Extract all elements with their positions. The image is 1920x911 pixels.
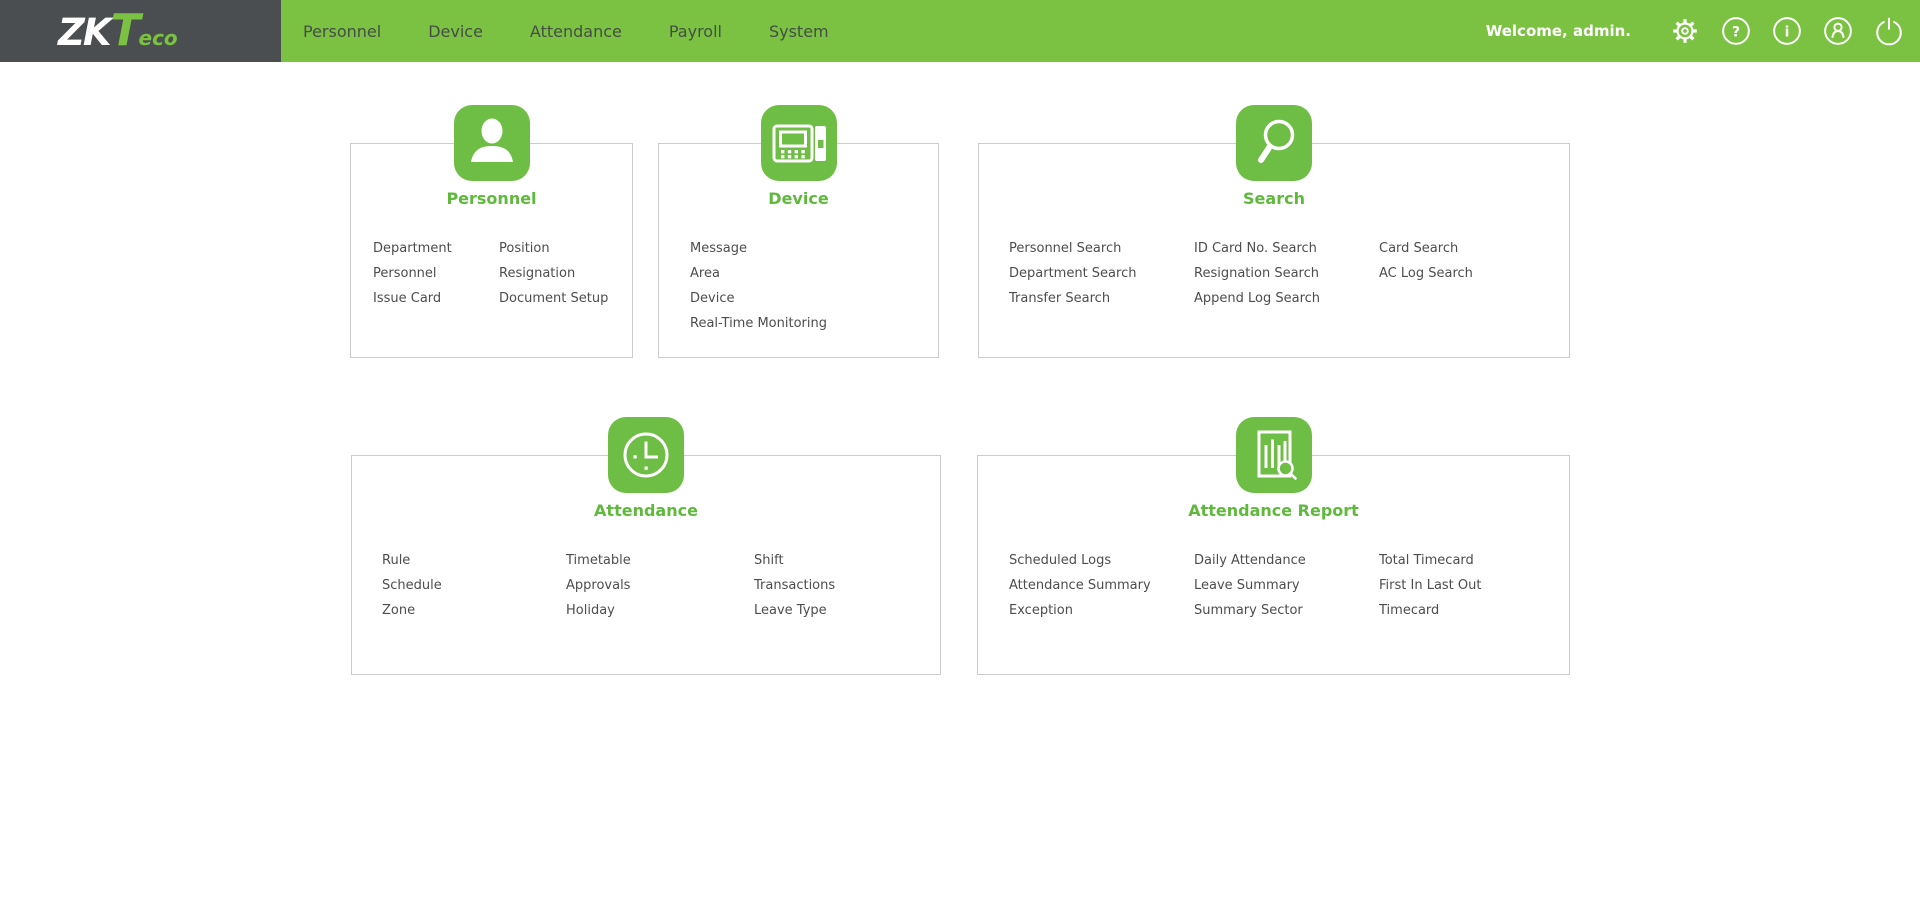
link-department-search[interactable]: Department Search bbox=[1009, 261, 1136, 286]
link-total-timecard[interactable]: Total Timecard bbox=[1379, 548, 1481, 573]
link-timetable[interactable]: Timetable bbox=[566, 548, 631, 573]
card-title-attendance-report: Attendance Report bbox=[978, 501, 1569, 520]
link-first-in-last-out[interactable]: First In Last Out bbox=[1379, 573, 1481, 598]
nav-item-attendance[interactable]: Attendance bbox=[530, 22, 622, 41]
report-links-col1: Scheduled Logs Attendance Summary Except… bbox=[1009, 548, 1151, 623]
link-scheduled-logs[interactable]: Scheduled Logs bbox=[1009, 548, 1151, 573]
card-title-search: Search bbox=[979, 189, 1569, 208]
card-title-device: Device bbox=[659, 189, 938, 208]
link-schedule[interactable]: Schedule bbox=[382, 573, 442, 598]
logo-text-t: T bbox=[111, 9, 141, 53]
zkteco-logo: ZKTeco bbox=[58, 9, 178, 53]
link-id-card-no-search[interactable]: ID Card No. Search bbox=[1194, 236, 1320, 261]
device-module-card: Device Message Area Device Real-Time Mon… bbox=[658, 143, 939, 358]
logo-text-zk: ZK bbox=[58, 14, 110, 51]
clock-icon bbox=[608, 417, 684, 493]
link-holiday[interactable]: Holiday bbox=[566, 598, 631, 623]
card-title-personnel: Personnel bbox=[351, 189, 632, 208]
link-card-search[interactable]: Card Search bbox=[1379, 236, 1473, 261]
header-right-area: Welcome, admin. bbox=[1486, 0, 1904, 62]
link-leave-summary[interactable]: Leave Summary bbox=[1194, 573, 1306, 598]
attendance-links-col2: Timetable Approvals Holiday bbox=[566, 548, 631, 623]
terminal-device-icon bbox=[761, 105, 837, 181]
attendance-links-col1: Rule Schedule Zone bbox=[382, 548, 442, 623]
nav-item-payroll[interactable]: Payroll bbox=[669, 22, 722, 41]
link-transactions[interactable]: Transactions bbox=[754, 573, 835, 598]
main-nav: Personnel Device Attendance Payroll Syst… bbox=[303, 0, 829, 62]
info-icon-glyph: i bbox=[1785, 24, 1790, 40]
report-links-col3: Total Timecard First In Last Out Timecar… bbox=[1379, 548, 1481, 623]
search-links-col2: ID Card No. Search Resignation Search Ap… bbox=[1194, 236, 1320, 311]
attendance-links-col3: Shift Transactions Leave Type bbox=[754, 548, 835, 623]
link-personnel[interactable]: Personnel bbox=[373, 261, 452, 286]
nav-item-personnel[interactable]: Personnel bbox=[303, 22, 381, 41]
zkteco-home-page: ZKTeco Personnel Device Attendance Payro… bbox=[0, 0, 1920, 911]
personnel-links-col1: Department Personnel Issue Card bbox=[373, 236, 452, 311]
link-issue-card[interactable]: Issue Card bbox=[373, 286, 452, 311]
link-position[interactable]: Position bbox=[499, 236, 608, 261]
report-links-col2: Daily Attendance Leave Summary Summary S… bbox=[1194, 548, 1306, 623]
link-shift[interactable]: Shift bbox=[754, 548, 835, 573]
search-links-col1: Personnel Search Department Search Trans… bbox=[1009, 236, 1136, 311]
link-rule[interactable]: Rule bbox=[382, 548, 442, 573]
link-transfer-search[interactable]: Transfer Search bbox=[1009, 286, 1136, 311]
link-zone[interactable]: Zone bbox=[382, 598, 442, 623]
user-icon[interactable] bbox=[1823, 16, 1853, 46]
link-exception[interactable]: Exception bbox=[1009, 598, 1151, 623]
search-links-col3: Card Search AC Log Search bbox=[1379, 236, 1473, 286]
link-timecard[interactable]: Timecard bbox=[1379, 598, 1481, 623]
power-icon[interactable] bbox=[1874, 16, 1904, 46]
link-attendance-summary[interactable]: Attendance Summary bbox=[1009, 573, 1151, 598]
help-icon[interactable]: ? bbox=[1721, 16, 1751, 46]
magnifier-icon bbox=[1236, 105, 1312, 181]
link-approvals[interactable]: Approvals bbox=[566, 573, 631, 598]
card-title-attendance: Attendance bbox=[352, 501, 940, 520]
search-module-card: Search Personnel Search Department Searc… bbox=[978, 143, 1570, 358]
attendance-module-card: Attendance Rule Schedule Zone Timetable … bbox=[351, 455, 941, 675]
link-leave-type[interactable]: Leave Type bbox=[754, 598, 835, 623]
link-document-setup[interactable]: Document Setup bbox=[499, 286, 608, 311]
nav-item-device[interactable]: Device bbox=[428, 22, 483, 41]
link-resignation[interactable]: Resignation bbox=[499, 261, 608, 286]
link-area[interactable]: Area bbox=[690, 261, 827, 286]
link-summary-sector[interactable]: Summary Sector bbox=[1194, 598, 1306, 623]
nav-item-system[interactable]: System bbox=[769, 22, 829, 41]
personnel-module-card: Personnel Department Personnel Issue Car… bbox=[350, 143, 633, 358]
person-icon bbox=[454, 105, 530, 181]
help-icon-glyph: ? bbox=[1732, 24, 1740, 40]
settings-gear-icon[interactable] bbox=[1670, 16, 1700, 46]
link-device[interactable]: Device bbox=[690, 286, 827, 311]
report-chart-icon bbox=[1236, 417, 1312, 493]
attendance-report-module-card: Attendance Report Scheduled Logs Attenda… bbox=[977, 455, 1570, 675]
link-resignation-search[interactable]: Resignation Search bbox=[1194, 261, 1320, 286]
top-bar: ZKTeco Personnel Device Attendance Payro… bbox=[0, 0, 1920, 62]
link-personnel-search[interactable]: Personnel Search bbox=[1009, 236, 1136, 261]
link-append-log-search[interactable]: Append Log Search bbox=[1194, 286, 1320, 311]
welcome-text: Welcome, admin. bbox=[1486, 22, 1631, 40]
link-ac-log-search[interactable]: AC Log Search bbox=[1379, 261, 1473, 286]
link-department[interactable]: Department bbox=[373, 236, 452, 261]
personnel-links-col2: Position Resignation Document Setup bbox=[499, 236, 608, 311]
logo-block: ZKTeco bbox=[0, 0, 281, 62]
link-real-time-monitoring[interactable]: Real-Time Monitoring bbox=[690, 311, 827, 336]
logo-text-eco: eco bbox=[139, 28, 178, 48]
device-links-col1: Message Area Device Real-Time Monitoring bbox=[690, 236, 827, 336]
link-message[interactable]: Message bbox=[690, 236, 827, 261]
link-daily-attendance[interactable]: Daily Attendance bbox=[1194, 548, 1306, 573]
info-icon[interactable]: i bbox=[1772, 16, 1802, 46]
